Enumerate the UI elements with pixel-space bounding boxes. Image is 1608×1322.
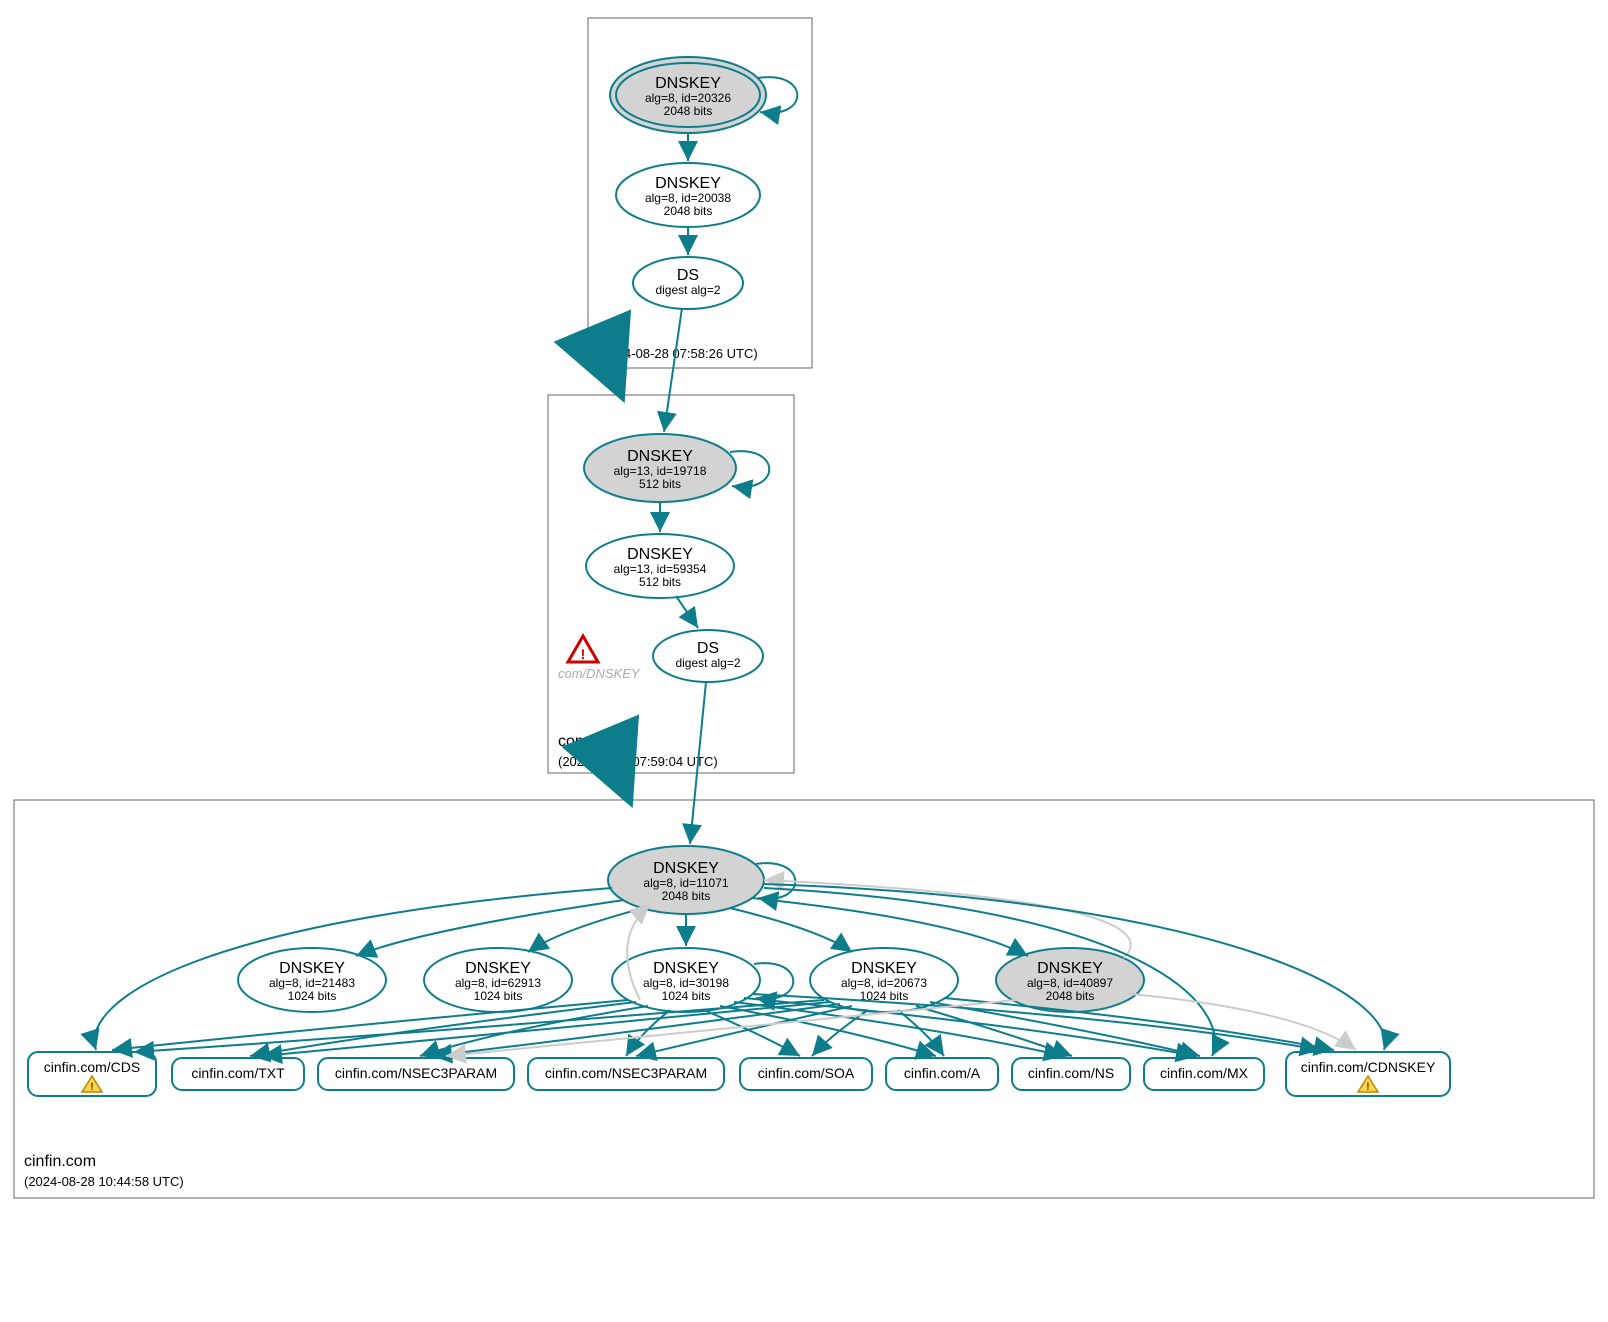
svg-text:1024 bits: 1024 bits <box>288 989 337 1003</box>
svg-text:cinfin.com/TXT: cinfin.com/TXT <box>191 1065 285 1081</box>
svg-text:!: ! <box>90 1081 94 1093</box>
svg-text:alg=8, id=21483: alg=8, id=21483 <box>269 976 355 990</box>
node-leaf-ksk: DNSKEY alg=8, id=11071 2048 bits <box>608 846 764 914</box>
node-root-zsk: DNSKEY alg=8, id=20038 2048 bits <box>616 163 760 227</box>
svg-text:2048 bits: 2048 bits <box>664 204 713 218</box>
svg-text:alg=8, id=20326: alg=8, id=20326 <box>645 91 731 105</box>
dnssec-diagram: . (2024-08-28 07:58:26 UTC) DNSKEY alg=8… <box>0 0 1608 1322</box>
svg-text:cinfin.com/A: cinfin.com/A <box>904 1065 981 1081</box>
svg-text:1024 bits: 1024 bits <box>474 989 523 1003</box>
record-soa: cinfin.com/SOA <box>740 1058 872 1090</box>
svg-text:DNSKEY: DNSKEY <box>465 960 531 977</box>
record-txt: cinfin.com/TXT <box>172 1058 304 1090</box>
svg-text:cinfin.com/MX: cinfin.com/MX <box>1160 1065 1249 1081</box>
svg-text:com/DNSKEY: com/DNSKEY <box>558 666 641 681</box>
svg-text:DNSKEY: DNSKEY <box>655 75 721 92</box>
node-root-ds: DS digest alg=2 <box>633 257 743 309</box>
record-ns: cinfin.com/NS <box>1012 1058 1130 1090</box>
svg-text:2048 bits: 2048 bits <box>1046 989 1095 1003</box>
svg-text:alg=8, id=11071: alg=8, id=11071 <box>643 876 729 890</box>
svg-text:2048 bits: 2048 bits <box>662 889 711 903</box>
node-root-ksk: DNSKEY alg=8, id=20326 2048 bits <box>610 57 766 133</box>
record-mx: cinfin.com/MX <box>1144 1058 1264 1090</box>
node-leaf-k5: DNSKEY alg=8, id=40897 2048 bits <box>996 948 1144 1012</box>
e-ksk-k4 <box>730 908 852 952</box>
record-a: cinfin.com/A <box>886 1058 998 1090</box>
svg-text:DS: DS <box>697 640 719 657</box>
svg-text:alg=8, id=62913: alg=8, id=62913 <box>455 976 541 990</box>
svg-text:cinfin.com/NS: cinfin.com/NS <box>1028 1065 1114 1081</box>
zone-com-name: com <box>558 733 588 750</box>
svg-text:alg=13, id=59354: alg=13, id=59354 <box>614 562 707 576</box>
record-cdnskey: cinfin.com/CDNSKEY ! <box>1286 1052 1450 1096</box>
svg-text:DNSKEY: DNSKEY <box>653 860 719 877</box>
svg-text:alg=8, id=20038: alg=8, id=20038 <box>645 191 731 205</box>
svg-text:digest alg=2: digest alg=2 <box>655 283 720 297</box>
zone-com-time: (2024-08-28 07:59:04 UTC) <box>558 754 718 769</box>
edge-com-to-leaf <box>618 773 628 797</box>
svg-text:cinfin.com/CDNSKEY: cinfin.com/CDNSKEY <box>1301 1059 1436 1075</box>
svg-text:alg=8, id=20673: alg=8, id=20673 <box>841 976 927 990</box>
svg-text:cinfin.com/CDS: cinfin.com/CDS <box>44 1059 140 1075</box>
zone-root-name: . <box>598 325 602 342</box>
svg-text:DNSKEY: DNSKEY <box>1037 960 1103 977</box>
svg-text:alg=8, id=40897: alg=8, id=40897 <box>1027 976 1113 990</box>
node-com-ksk: DNSKEY alg=13, id=19718 512 bits <box>584 434 736 502</box>
svg-text:alg=13, id=19718: alg=13, id=19718 <box>614 464 707 478</box>
zone-leaf-name: cinfin.com <box>24 1153 96 1170</box>
zone-leaf-time: (2024-08-28 10:44:58 UTC) <box>24 1174 184 1189</box>
edge-rootds-comksk <box>664 308 682 432</box>
node-leaf-k1: DNSKEY alg=8, id=21483 1024 bits <box>238 948 386 1012</box>
edge-com-zsk-ds <box>676 596 698 628</box>
svg-text:DS: DS <box>677 267 699 284</box>
svg-text:cinfin.com/NSEC3PARAM: cinfin.com/NSEC3PARAM <box>335 1065 497 1081</box>
zone-root-time: (2024-08-28 07:58:26 UTC) <box>598 346 758 361</box>
node-leaf-k2: DNSKEY alg=8, id=62913 1024 bits <box>424 948 572 1012</box>
svg-text:2048 bits: 2048 bits <box>664 104 713 118</box>
svg-text:DNSKEY: DNSKEY <box>655 175 721 192</box>
svg-text:DNSKEY: DNSKEY <box>627 448 693 465</box>
svg-text:512 bits: 512 bits <box>639 477 681 491</box>
svg-text:!: ! <box>1366 1081 1370 1093</box>
svg-text:DNSKEY: DNSKEY <box>627 546 693 563</box>
svg-text:DNSKEY: DNSKEY <box>851 960 917 977</box>
record-nsec3b: cinfin.com/NSEC3PARAM <box>528 1058 724 1090</box>
svg-text:512 bits: 512 bits <box>639 575 681 589</box>
node-com-ds: DS digest alg=2 <box>653 630 763 682</box>
node-com-zsk: DNSKEY alg=13, id=59354 512 bits <box>586 534 734 598</box>
svg-text:alg=8, id=30198: alg=8, id=30198 <box>643 976 729 990</box>
svg-text:cinfin.com/SOA: cinfin.com/SOA <box>758 1065 855 1081</box>
edge-root-to-com <box>610 368 620 392</box>
svg-text:1024 bits: 1024 bits <box>662 989 711 1003</box>
record-nsec3a: cinfin.com/NSEC3PARAM <box>318 1058 514 1090</box>
svg-text:DNSKEY: DNSKEY <box>279 960 345 977</box>
svg-text:cinfin.com/NSEC3PARAM: cinfin.com/NSEC3PARAM <box>545 1065 707 1081</box>
svg-text:!: ! <box>581 646 586 662</box>
svg-text:digest alg=2: digest alg=2 <box>675 656 740 670</box>
record-cds: cinfin.com/CDS ! <box>28 1052 156 1096</box>
com-dnskey-warning: ! com/DNSKEY <box>558 636 641 681</box>
svg-text:DNSKEY: DNSKEY <box>653 960 719 977</box>
